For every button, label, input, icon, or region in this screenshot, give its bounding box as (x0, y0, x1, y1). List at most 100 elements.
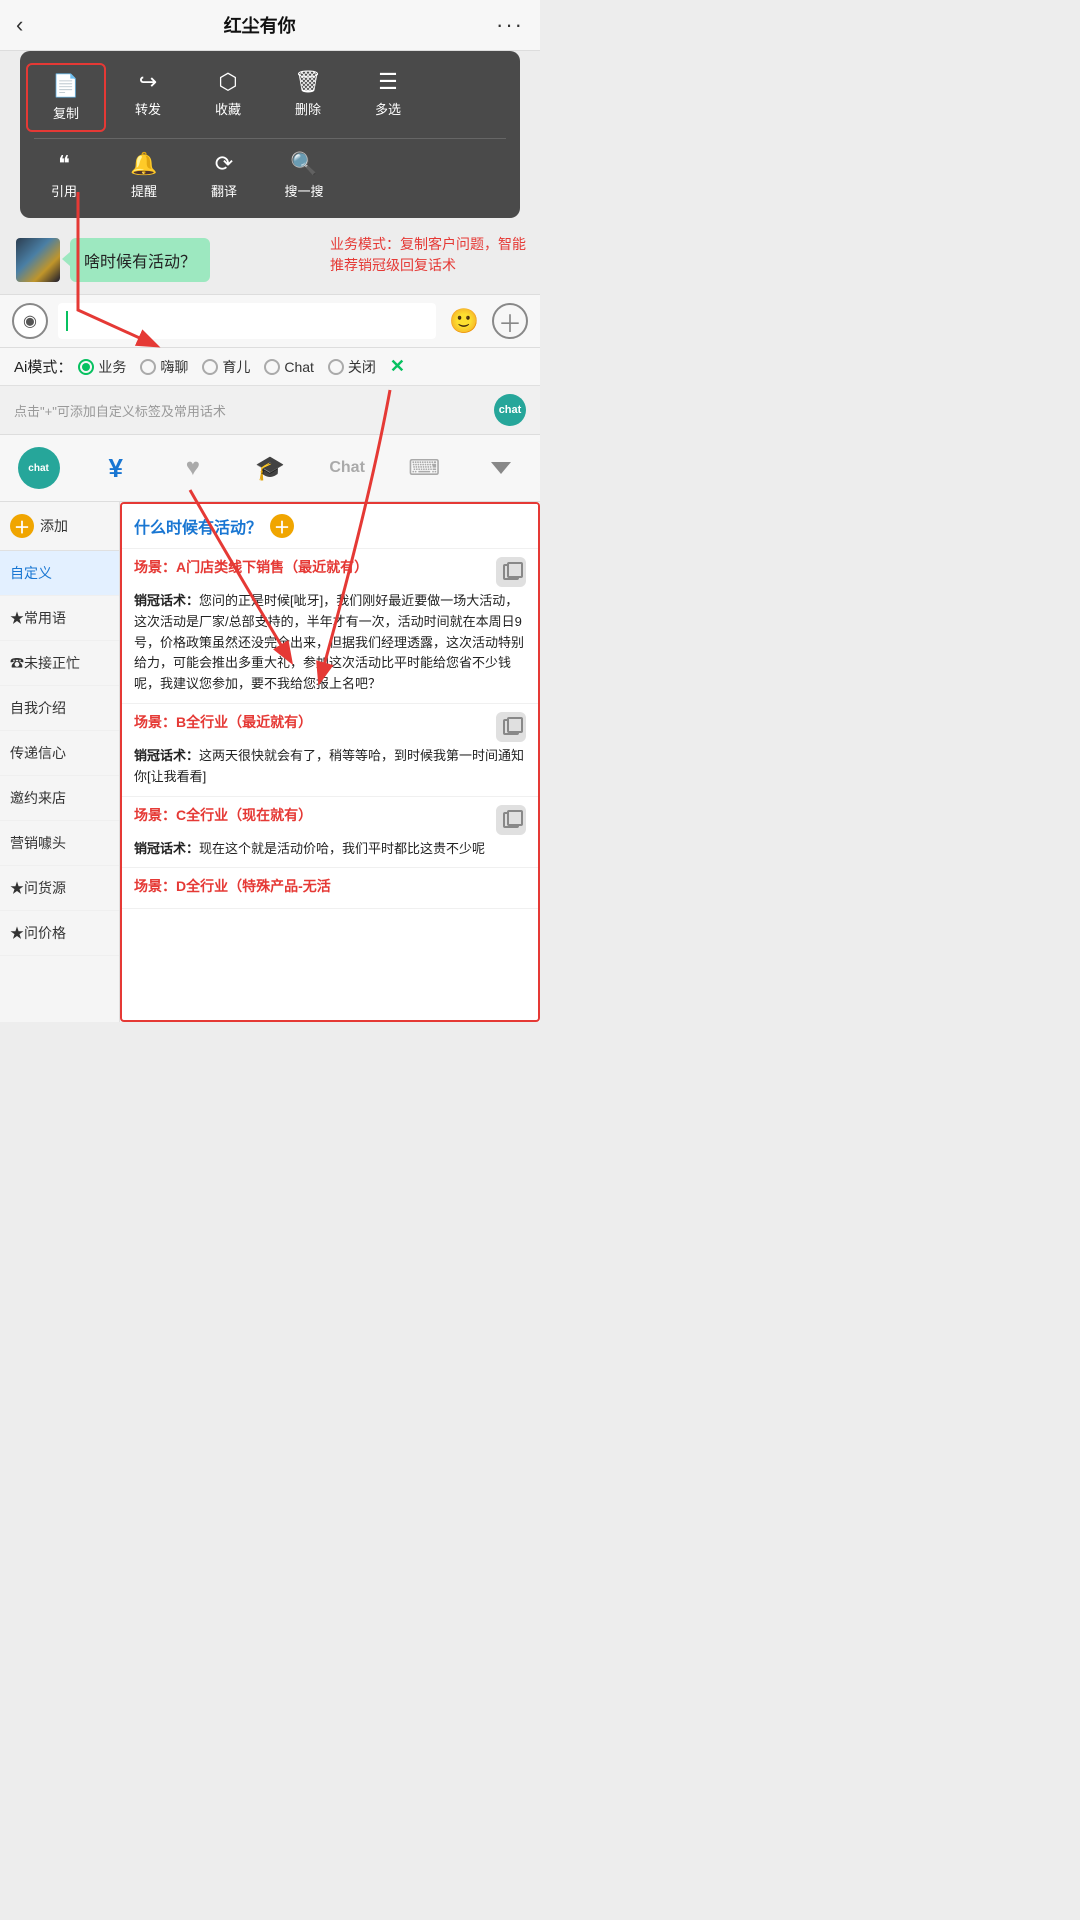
menu-favorite[interactable]: ⬡ 收藏 (188, 61, 268, 134)
ai-mode-close[interactable]: ✕ (390, 356, 405, 377)
menu-forward[interactable]: ↪ 转发 (108, 61, 188, 134)
ai-mode-haichat[interactable]: 嗨聊 (140, 357, 196, 377)
menu-copy[interactable]: 📄 复制 (26, 63, 106, 132)
menu-multiselect-label: 多选 (375, 99, 401, 118)
toolbar-chat-logo[interactable]: chat (0, 441, 77, 495)
copy-scenario-a-button[interactable] (496, 557, 526, 587)
radio-off[interactable] (328, 359, 344, 375)
emoji-icon: 🙂 (449, 307, 479, 336)
sidebar-price-label: ★问价格 (10, 925, 66, 941)
forward-icon: ↪ (139, 69, 157, 95)
copy-scenario-c-button[interactable] (496, 805, 526, 835)
multiselect-icon: ☰ (378, 69, 398, 95)
yuan-icon: ¥ (108, 453, 122, 484)
ai-mode-business[interactable]: 业务 (78, 357, 134, 377)
voice-button[interactable]: ◉ (12, 303, 48, 339)
scenario-c-text: 现在这个就是活动价哈，我们平时都比这贵不少呢 (199, 841, 485, 856)
sidebar-item-busy[interactable]: ☎未接正忙 (0, 641, 119, 686)
ai-mode-child[interactable]: 育儿 (202, 357, 258, 377)
copy-icon: 📄 (52, 73, 79, 99)
menu-delete[interactable]: 🗑 删除 (268, 61, 348, 134)
toolbar-yuan[interactable]: ¥ (77, 447, 154, 490)
sidebar-busy-label: ☎未接正忙 (10, 655, 80, 671)
input-bar: ◉ 🙂 ＋ (0, 294, 540, 348)
menu-quote-label: 引用 (51, 181, 77, 200)
chat-bubble: 啥时候有活动？ (70, 238, 210, 282)
add-media-button[interactable]: ＋ (492, 303, 528, 339)
mode-business-label: 业务 (98, 357, 126, 377)
toolbar-graduation[interactable]: 🎓 (231, 448, 308, 489)
sidebar-item-confidence[interactable]: 传递信心 (0, 731, 119, 776)
context-menu: 📄 复制 ↪ 转发 ⬡ 收藏 🗑 删除 ☰ 多选 ❝ 引用 🔔 提醒 (20, 51, 520, 218)
sidebar-item-marketing[interactable]: 营销噱头 (0, 821, 119, 866)
scenario-a-header: 场景：A门店类线下销售（最近就有） (134, 557, 526, 587)
cursor (66, 311, 68, 331)
sidebar-item-custom[interactable]: 自定义 (0, 551, 119, 596)
search-icon: 🔍 (290, 151, 317, 177)
scenario-d-title: 场景：D全行业（特殊产品-无活 (134, 876, 526, 896)
menu-remind-label: 提醒 (131, 181, 157, 200)
copy-scenario-b-button[interactable] (496, 712, 526, 742)
mode-off-label: 关闭 (348, 357, 376, 377)
toolbar-keyboard[interactable]: ⌨ (386, 449, 463, 487)
voice-icon: ◉ (23, 311, 37, 331)
chat-icon-button[interactable]: chat (494, 394, 526, 426)
avatar (16, 238, 60, 282)
sidebar-item-invite[interactable]: 邀约来店 (0, 776, 119, 821)
menu-favorite-label: 收藏 (215, 99, 241, 118)
menu-copy-label: 复制 (53, 103, 79, 122)
chat-logo-icon: chat (18, 447, 60, 489)
sidebar-goods-label: ★问货源 (10, 880, 66, 896)
more-button[interactable]: ··· (496, 12, 524, 38)
scenario-c-header: 场景：C全行业（现在就有） (134, 805, 526, 835)
sidebar-item-goods[interactable]: ★问货源 (0, 866, 119, 911)
hint-bar: 点击"+"可添加自定义标签及常用话术 chat (0, 386, 540, 435)
radio-child[interactable] (202, 359, 218, 375)
sidebar-item-intro[interactable]: 自我介绍 (0, 686, 119, 731)
ai-mode-off[interactable]: 关闭 (328, 357, 384, 377)
add-icon: ＋ (498, 304, 522, 339)
scenario-b-content: 销冠话术：这两天很快就会有了，稍等等哈，到时候我第一时间通知你[让我看看] (134, 746, 526, 788)
copy-icon-b (503, 719, 519, 735)
toolbar-row: chat ¥ ♥ 🎓 Chat ⌨ (0, 435, 540, 502)
sidebar-item-price[interactable]: ★问价格 (0, 911, 119, 956)
radio-haichat[interactable] (140, 359, 156, 375)
panel-add-button[interactable]: ＋ (270, 514, 294, 538)
sidebar-add-button[interactable]: ＋ 添加 (0, 502, 119, 551)
sidebar-common-label: ★常用语 (10, 610, 66, 626)
text-input-wrapper[interactable] (58, 303, 436, 339)
menu-multiselect[interactable]: ☰ 多选 (348, 61, 428, 134)
toolbar-chat-text[interactable]: Chat (309, 453, 386, 483)
menu-translate[interactable]: ⟳ 翻译 (184, 143, 264, 208)
sidebar-intro-label: 自我介绍 (10, 700, 66, 716)
toolbar-dropdown[interactable] (463, 456, 540, 480)
scenario-b: 场景：B全行业（最近就有） 销冠话术：这两天很快就会有了，稍等等哈，到时候我第一… (122, 704, 538, 797)
context-menu-row-2: ❝ 引用 🔔 提醒 ⟳ 翻译 🔍 搜一搜 (24, 143, 516, 208)
chat-icon-label: chat (499, 404, 522, 416)
sidebar-item-common[interactable]: ★常用语 (0, 596, 119, 641)
chat-message: 啥时候有活动？ (84, 254, 196, 271)
scenario-b-title: 场景：B全行业（最近就有） (134, 712, 496, 732)
scenario-b-header: 场景：B全行业（最近就有） (134, 712, 526, 742)
ai-mode-label: Ai模式： (14, 356, 72, 377)
emoji-button[interactable]: 🙂 (446, 303, 482, 339)
sidebar-invite-label: 邀约来店 (10, 790, 66, 806)
back-button[interactable]: ‹ (16, 12, 23, 38)
toolbar-heart[interactable]: ♥ (154, 448, 231, 488)
ai-mode-chat[interactable]: Chat (264, 359, 322, 375)
graduation-icon: 🎓 (255, 454, 285, 483)
radio-business[interactable] (78, 359, 94, 375)
menu-remind[interactable]: 🔔 提醒 (104, 143, 184, 208)
mode-haichat-label: 嗨聊 (160, 357, 188, 377)
delete-icon: 🗑 (294, 69, 322, 95)
scenario-a: 场景：A门店类线下销售（最近就有） 销冠话术：您问的正是时候[呲牙]，我们刚好最… (122, 549, 538, 704)
menu-search[interactable]: 🔍 搜一搜 (264, 143, 344, 208)
radio-chat[interactable] (264, 359, 280, 375)
menu-quote[interactable]: ❝ 引用 (24, 143, 104, 208)
sidebar-confidence-label: 传递信心 (10, 745, 66, 761)
chat-text-icon: Chat (329, 459, 365, 477)
favorite-icon: ⬡ (218, 69, 237, 95)
main-content: ＋ 添加 自定义 ★常用语 ☎未接正忙 自我介绍 传递信心 邀约来店 营销噱头 … (0, 502, 540, 1022)
scenario-d: 场景：D全行业（特殊产品-无活 (122, 868, 538, 909)
mode-chat-label: Chat (284, 359, 314, 375)
